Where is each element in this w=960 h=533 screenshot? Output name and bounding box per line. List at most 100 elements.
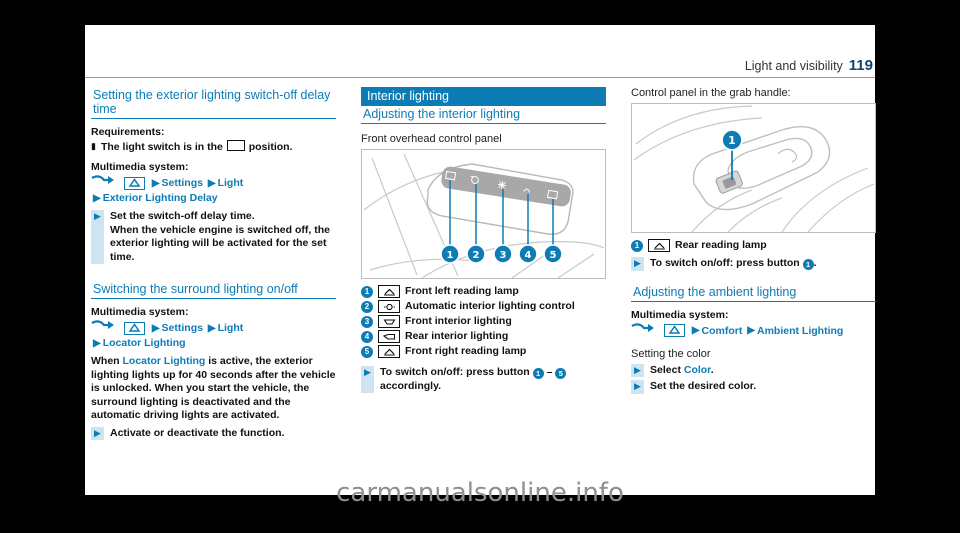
figure-grab-handle-panel: 1: [631, 103, 876, 233]
legend-number: 1: [361, 285, 373, 298]
path-separator-icon: ▶: [93, 338, 101, 349]
automatic-interior-lighting-icon: [378, 300, 400, 313]
step-emphasis: Color: [683, 363, 711, 376]
legend-label: Rear interior lighting: [405, 330, 509, 342]
step-arrow-icon: ▶: [91, 210, 104, 264]
page-columns: Setting the exterior lighting switch-off…: [85, 87, 876, 487]
page-number: 119: [848, 57, 873, 74]
figure-caption-overhead-panel: Front overhead control panel: [361, 133, 502, 145]
column-left: Setting the exterior lighting switch-off…: [91, 87, 336, 443]
swoosh-arrow-icon: [91, 175, 117, 191]
section-heading-switch-off-delay: Setting the exterior lighting switch-off…: [91, 87, 336, 119]
inline-callout-from: 1: [532, 368, 544, 379]
nav-item-light-2[interactable]: Light: [218, 322, 244, 334]
step-set-color: ▶ Set the desired color.: [631, 380, 876, 394]
legend-label: Rear reading lamp: [675, 239, 767, 251]
legend-overhead-panel: 1 Front left reading lamp 2 Automatic in…: [361, 285, 606, 358]
requirement-text-pre: The light switch is in the: [100, 141, 223, 153]
list-item: 2 Automatic interior lighting control: [361, 300, 606, 313]
figure-overhead-control-panel: 1 2 3 4 5: [361, 149, 606, 279]
requirements-label: Requirements:: [91, 126, 165, 138]
section-banner-interior-lighting: Interior lighting: [361, 87, 606, 106]
legend-number: 1: [631, 239, 643, 252]
light-switch-auto-icon: [226, 140, 245, 151]
section-heading-ambient-lighting: Adjusting the ambient lighting: [631, 284, 876, 302]
nav-path-locator-lighting: ▶ Settings ▶ Light ▶ Locator Lighting: [91, 320, 336, 351]
multimedia-system-label-2: Multimedia system:: [91, 306, 189, 318]
nav-item-light[interactable]: Light: [218, 177, 244, 189]
instruction-pre: To switch on/off: press button: [380, 366, 530, 378]
list-item: 1 Rear reading lamp: [631, 239, 876, 252]
callout-1: 1: [447, 250, 454, 261]
step-body: When the vehicle engine is switched off,…: [110, 223, 330, 263]
callout-5: 5: [550, 250, 557, 261]
legend-number: 4: [361, 330, 373, 343]
path-separator-icon: ▶: [207, 177, 216, 189]
desc-pre: When: [91, 355, 123, 367]
bullet-square-icon: ▮: [91, 141, 96, 151]
home-screen-icon[interactable]: [663, 324, 685, 337]
requirement-item: ▮ The light switch is in the position.: [91, 140, 336, 154]
list-item: 3 Front interior lighting: [361, 315, 606, 328]
reading-lamp-icon: [378, 285, 400, 298]
manual-page: Light and visibility 119 Setting the exte…: [83, 25, 876, 495]
instruction-switch-interior: ▶ To switch on/off: press button 1 – 5 a…: [361, 366, 606, 393]
header-rule: [85, 77, 875, 78]
rear-interior-lighting-icon: [378, 330, 400, 343]
instruction-pre: To switch on/off: press button: [650, 257, 800, 269]
running-head-title: Light and visibility: [744, 59, 843, 73]
callout-3: 3: [500, 250, 507, 261]
nav-item-settings[interactable]: Settings: [162, 177, 203, 189]
step-arrow-icon: ▶: [631, 363, 644, 377]
path-separator-icon: ▶: [151, 322, 160, 334]
callout-4: 4: [525, 250, 532, 261]
nav-path-exterior-lighting: ▶ Settings ▶ Light ▶ Exterior Lighting Dela…: [91, 175, 336, 206]
home-screen-icon[interactable]: [123, 321, 145, 335]
nav-item-ambient-lighting[interactable]: Ambient Lighting: [757, 324, 843, 336]
sub-heading-setting-color: Setting the color: [631, 347, 711, 360]
instruction-post: .: [813, 257, 817, 269]
multimedia-system-label: Multimedia system:: [631, 308, 729, 321]
swoosh-arrow-icon: [631, 322, 657, 339]
section-heading-adjusting-interior: Adjusting the interior lighting: [361, 106, 606, 124]
front-interior-lighting-icon: [378, 315, 400, 328]
step-activate-function: ▶ Activate or deactivate the function.: [91, 426, 336, 440]
step-arrow-icon: ▶: [631, 257, 644, 271]
swoosh-arrow-icon: [91, 320, 117, 336]
step-post: .: [710, 363, 714, 376]
step-set-color-text: Set the desired color.: [650, 380, 757, 392]
column-middle: Interior lighting Adjusting the interior…: [361, 87, 606, 396]
column-right: Control panel in the grab handle: 1 1 Re…: [631, 87, 876, 397]
list-item: 5 Front right reading lamp: [361, 345, 606, 358]
step-select-color: ▶ Select Color.: [631, 363, 876, 377]
nav-item-settings-2[interactable]: Settings: [162, 322, 203, 334]
step-pre: Select: [650, 363, 684, 376]
callout-1: 1: [728, 134, 736, 147]
path-separator-icon: ▶: [207, 322, 216, 334]
path-separator-icon: ▶: [93, 193, 101, 204]
legend-grab-handle: 1 Rear reading lamp: [631, 239, 876, 252]
step-arrow-icon: ▶: [361, 366, 374, 393]
step-arrow-icon: ▶: [91, 426, 104, 440]
nav-item-locator-lighting[interactable]: Locator Lighting: [103, 337, 186, 349]
multimedia-system-label: Multimedia system:: [91, 161, 189, 173]
running-head: Light and visibility 119: [83, 57, 875, 74]
home-screen-icon[interactable]: [123, 176, 145, 190]
desc-emphasis: Locator Lighting: [122, 355, 206, 367]
legend-label: Automatic interior lighting control: [405, 300, 575, 312]
nav-item-exterior-lighting-delay[interactable]: Exterior Lighting Delay: [103, 192, 218, 204]
nav-item-comfort[interactable]: Comfort: [702, 324, 743, 336]
locator-lighting-description: When Locator Lighting is active, the ext…: [91, 355, 336, 423]
inline-callout: 1: [802, 259, 814, 270]
rear-reading-lamp-icon: [648, 239, 670, 252]
figure-caption-grab-handle: Control panel in the grab handle:: [631, 87, 791, 99]
path-separator-icon: ▶: [691, 325, 700, 337]
path-separator-icon: ▶: [151, 177, 160, 189]
reading-lamp-icon: [378, 345, 400, 358]
legend-number: 2: [361, 300, 373, 313]
legend-label: Front interior lighting: [405, 315, 512, 327]
requirement-text-post: position.: [248, 141, 293, 153]
nav-path-ambient-lighting: ▶ Comfort ▶ Ambient Lighting: [631, 322, 876, 339]
instruction-post: accordingly.: [380, 379, 442, 392]
callout-2: 2: [473, 250, 480, 261]
